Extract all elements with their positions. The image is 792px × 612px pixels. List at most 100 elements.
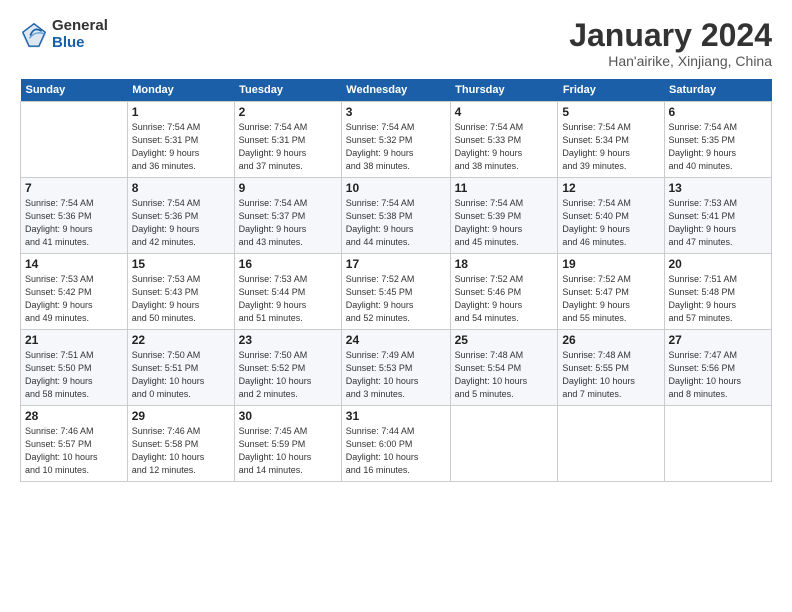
day-number: 14 — [25, 257, 123, 271]
calendar-cell: 7 Sunrise: 7:54 AM Sunset: 5:36 PM Daylig… — [21, 178, 128, 254]
day-info: Sunrise: 7:49 AM Sunset: 5:53 PM Dayligh… — [346, 349, 446, 401]
day-number: 26 — [562, 333, 659, 347]
day-number: 10 — [346, 181, 446, 195]
calendar-cell: 12 Sunrise: 7:54 AM Sunset: 5:40 PM Dayli… — [558, 178, 664, 254]
calendar-cell: 29 Sunrise: 7:46 AM Sunset: 5:58 PM Dayli… — [127, 406, 234, 482]
calendar-page: General Blue January 2024 Han'airike, Xi… — [0, 0, 792, 612]
logo-general: General — [52, 18, 108, 35]
col-thursday: Thursday — [450, 79, 558, 102]
calendar-week-2: 7 Sunrise: 7:54 AM Sunset: 5:36 PM Daylig… — [21, 178, 772, 254]
calendar-week-1: 1 Sunrise: 7:54 AM Sunset: 5:31 PM Daylig… — [21, 102, 772, 178]
calendar-cell: 9 Sunrise: 7:54 AM Sunset: 5:37 PM Daylig… — [234, 178, 341, 254]
calendar-cell: 5 Sunrise: 7:54 AM Sunset: 5:34 PM Daylig… — [558, 102, 664, 178]
calendar-cell: 24 Sunrise: 7:49 AM Sunset: 5:53 PM Dayli… — [341, 330, 450, 406]
calendar-cell: 26 Sunrise: 7:48 AM Sunset: 5:55 PM Dayli… — [558, 330, 664, 406]
logo-blue: Blue — [52, 35, 108, 52]
calendar-cell: 13 Sunrise: 7:53 AM Sunset: 5:41 PM Dayli… — [664, 178, 772, 254]
col-tuesday: Tuesday — [234, 79, 341, 102]
day-number: 5 — [562, 105, 659, 119]
day-info: Sunrise: 7:50 AM Sunset: 5:51 PM Dayligh… — [132, 349, 230, 401]
day-number: 9 — [239, 181, 337, 195]
day-info: Sunrise: 7:44 AM Sunset: 6:00 PM Dayligh… — [346, 425, 446, 477]
calendar-cell: 15Sunrise: 7:53 AM Sunset: 5:43 PM Dayli… — [127, 254, 234, 330]
calendar-cell: 1Sunrise: 7:54 AM Sunset: 5:31 PM Daylig… — [127, 102, 234, 178]
title-block: January 2024 Han'airike, Xinjiang, China — [569, 18, 772, 69]
calendar-cell: 20 Sunrise: 7:51 AM Sunset: 5:48 PM Dayli… — [664, 254, 772, 330]
calendar-cell: 23Sunrise: 7:50 AM Sunset: 5:52 PM Dayli… — [234, 330, 341, 406]
day-info: Sunrise: 7:47 AM Sunset: 5:56 PM Dayligh… — [669, 349, 768, 401]
day-number: 13 — [669, 181, 768, 195]
calendar-cell: 4 Sunrise: 7:54 AM Sunset: 5:33 PM Daylig… — [450, 102, 558, 178]
day-info: Sunrise: 7:53 AM Sunset: 5:41 PM Dayligh… — [669, 197, 768, 249]
day-number: 15 — [132, 257, 230, 271]
day-info: Sunrise: 7:51 AM Sunset: 5:50 PM Dayligh… — [25, 349, 123, 401]
calendar-cell: 16Sunrise: 7:53 AM Sunset: 5:44 PM Dayli… — [234, 254, 341, 330]
day-info: Sunrise: 7:54 AM Sunset: 5:36 PM Dayligh… — [132, 197, 230, 249]
calendar-cell — [558, 406, 664, 482]
calendar-cell: 27 Sunrise: 7:47 AM Sunset: 5:56 PM Dayli… — [664, 330, 772, 406]
logo: General Blue — [20, 18, 108, 51]
calendar-cell: 25Sunrise: 7:48 AM Sunset: 5:54 PM Dayli… — [450, 330, 558, 406]
day-info: Sunrise: 7:54 AM Sunset: 5:34 PM Dayligh… — [562, 121, 659, 173]
day-info: Sunrise: 7:54 AM Sunset: 5:32 PM Dayligh… — [346, 121, 446, 173]
day-info: Sunrise: 7:54 AM Sunset: 5:31 PM Dayligh… — [239, 121, 337, 173]
calendar-cell: 2 Sunrise: 7:54 AM Sunset: 5:31 PM Daylig… — [234, 102, 341, 178]
day-number: 31 — [346, 409, 446, 423]
calendar-cell: 28Sunrise: 7:46 AM Sunset: 5:57 PM Dayli… — [21, 406, 128, 482]
day-number: 30 — [239, 409, 337, 423]
day-info: Sunrise: 7:54 AM Sunset: 5:33 PM Dayligh… — [455, 121, 554, 173]
month-title: January 2024 — [569, 18, 772, 53]
day-number: 19 — [562, 257, 659, 271]
logo-text: General Blue — [52, 18, 108, 51]
day-info: Sunrise: 7:54 AM Sunset: 5:39 PM Dayligh… — [455, 197, 554, 249]
day-info: Sunrise: 7:52 AM Sunset: 5:45 PM Dayligh… — [346, 273, 446, 325]
calendar-week-3: 14 Sunrise: 7:53 AM Sunset: 5:42 PM Dayli… — [21, 254, 772, 330]
day-info: Sunrise: 7:54 AM Sunset: 5:37 PM Dayligh… — [239, 197, 337, 249]
calendar-header-row: Sunday Monday Tuesday Wednesday Thursday… — [21, 79, 772, 102]
calendar-cell: 31 Sunrise: 7:44 AM Sunset: 6:00 PM Dayli… — [341, 406, 450, 482]
day-number: 4 — [455, 105, 554, 119]
day-info: Sunrise: 7:54 AM Sunset: 5:35 PM Dayligh… — [669, 121, 768, 173]
day-number: 7 — [25, 181, 123, 195]
day-info: Sunrise: 7:52 AM Sunset: 5:47 PM Dayligh… — [562, 273, 659, 325]
day-number: 21 — [25, 333, 123, 347]
day-number: 2 — [239, 105, 337, 119]
calendar-cell: 11Sunrise: 7:54 AM Sunset: 5:39 PM Dayli… — [450, 178, 558, 254]
day-info: Sunrise: 7:54 AM Sunset: 5:40 PM Dayligh… — [562, 197, 659, 249]
calendar-cell: 21 Sunrise: 7:51 AM Sunset: 5:50 PM Dayli… — [21, 330, 128, 406]
day-info: Sunrise: 7:51 AM Sunset: 5:48 PM Dayligh… — [669, 273, 768, 325]
calendar-cell — [664, 406, 772, 482]
col-sunday: Sunday — [21, 79, 128, 102]
calendar-cell: 22Sunrise: 7:50 AM Sunset: 5:51 PM Dayli… — [127, 330, 234, 406]
calendar-cell: 14 Sunrise: 7:53 AM Sunset: 5:42 PM Dayli… — [21, 254, 128, 330]
day-number: 16 — [239, 257, 337, 271]
day-number: 18 — [455, 257, 554, 271]
calendar-week-4: 21 Sunrise: 7:51 AM Sunset: 5:50 PM Dayli… — [21, 330, 772, 406]
day-info: Sunrise: 7:53 AM Sunset: 5:42 PM Dayligh… — [25, 273, 123, 325]
day-number: 20 — [669, 257, 768, 271]
col-monday: Monday — [127, 79, 234, 102]
day-number: 12 — [562, 181, 659, 195]
calendar-cell: 17Sunrise: 7:52 AM Sunset: 5:45 PM Dayli… — [341, 254, 450, 330]
day-number: 6 — [669, 105, 768, 119]
calendar-table: Sunday Monday Tuesday Wednesday Thursday… — [20, 79, 772, 482]
day-number: 24 — [346, 333, 446, 347]
location: Han'airike, Xinjiang, China — [569, 53, 772, 69]
day-number: 28 — [25, 409, 123, 423]
header: General Blue January 2024 Han'airike, Xi… — [20, 18, 772, 69]
logo-icon — [20, 21, 48, 49]
day-number: 29 — [132, 409, 230, 423]
day-info: Sunrise: 7:52 AM Sunset: 5:46 PM Dayligh… — [455, 273, 554, 325]
col-saturday: Saturday — [664, 79, 772, 102]
day-info: Sunrise: 7:54 AM Sunset: 5:38 PM Dayligh… — [346, 197, 446, 249]
day-info: Sunrise: 7:48 AM Sunset: 5:55 PM Dayligh… — [562, 349, 659, 401]
calendar-cell: 10 Sunrise: 7:54 AM Sunset: 5:38 PM Dayli… — [341, 178, 450, 254]
day-number: 1 — [132, 105, 230, 119]
day-info: Sunrise: 7:46 AM Sunset: 5:58 PM Dayligh… — [132, 425, 230, 477]
day-info: Sunrise: 7:54 AM Sunset: 5:36 PM Dayligh… — [25, 197, 123, 249]
day-number: 27 — [669, 333, 768, 347]
calendar-cell — [21, 102, 128, 178]
day-number: 25 — [455, 333, 554, 347]
calendar-cell: 3Sunrise: 7:54 AM Sunset: 5:32 PM Daylig… — [341, 102, 450, 178]
col-wednesday: Wednesday — [341, 79, 450, 102]
